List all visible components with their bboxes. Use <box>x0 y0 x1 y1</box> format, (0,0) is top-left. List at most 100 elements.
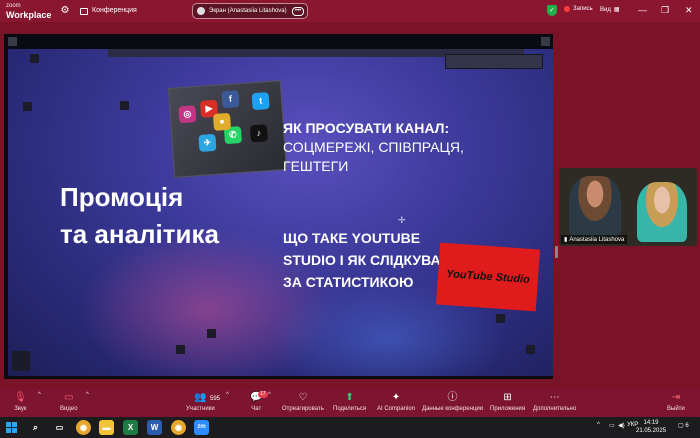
ai-companion-button[interactable]: ✦ AI Companion <box>377 392 415 412</box>
meeting-toolbar: 🎙 Звук ^ ▭ Видео ^ 👥 Участники 595 ^ 💬 Ч… <box>0 389 700 417</box>
participants-button[interactable]: 👥 Участники <box>186 392 215 412</box>
view-button[interactable]: Вид ▦ <box>600 6 620 14</box>
screen-share-label: Экран (Anastasiia Litashova) <box>209 8 287 14</box>
snapchat-icon: ● <box>212 112 232 131</box>
audio-options-chevron-icon[interactable]: ^ <box>38 392 41 398</box>
facebook-icon: f <box>221 90 240 109</box>
minimize-icon[interactable]: — <box>638 4 647 16</box>
record-dot-icon <box>564 6 570 12</box>
deco-square <box>23 102 32 111</box>
screen-share-pill[interactable]: Экран (Anastasiia Litashova) ••• <box>192 3 308 19</box>
meeting-menu[interactable]: Конференция <box>80 5 137 17</box>
view-label: Вид <box>600 6 611 13</box>
participant-person-2 <box>637 182 687 242</box>
slide-point-1: ЯК ПРОСУВАТИ КАНАЛ: СОЦМЕРЕЖІ, СПІВПРАЦЯ… <box>283 119 464 176</box>
heart-icon: ♡ <box>298 392 308 403</box>
youtube-studio-text: YouTube Studio <box>445 268 531 286</box>
leave-icon: ⇥ <box>671 392 681 403</box>
excel-icon[interactable]: X <box>123 420 138 435</box>
meeting-info-label: Данные конференции <box>422 406 484 412</box>
ai-companion-label: AI Companion <box>377 406 416 412</box>
react-button[interactable]: ♡ Отреагировать <box>282 392 324 412</box>
view-grid-icon: ▦ <box>613 7 620 13</box>
windows-taskbar: ⌕ ▭ ◉ ▬ X W ◉ zm ^ ▭ ◀) УКР 14:19 21.05.… <box>0 417 700 438</box>
point2-line1: ЩО ТАКЕ YOUTUBE <box>283 230 421 246</box>
leave-button[interactable]: ⇥ Выйти <box>667 392 685 412</box>
search-icon[interactable]: ⌕ <box>28 420 43 435</box>
participant-name-tag: ▮ Anastasiia Litashova <box>561 235 628 244</box>
participants-options-chevron-icon[interactable]: ^ <box>226 392 229 398</box>
chrome-icon-2[interactable]: ◉ <box>171 420 186 435</box>
notifications-icon[interactable]: ▢ 6 <box>678 422 689 429</box>
participant-video[interactable]: ▮ Anastasiia Litashova <box>559 168 697 246</box>
maximize-icon[interactable]: ❐ <box>661 4 669 16</box>
camera-off-icon: ▭ <box>64 392 74 403</box>
audio-button[interactable]: 🎙 Звук <box>14 392 27 412</box>
slide-top-box <box>445 54 543 69</box>
more-options-icon[interactable]: ••• <box>292 6 304 16</box>
video-button[interactable]: ▭ Видео <box>60 392 78 412</box>
slide-title-line1: Промоція <box>60 182 184 212</box>
record-label: Запись <box>573 6 593 12</box>
file-explorer-icon[interactable]: ▬ <box>99 420 114 435</box>
shared-screen: ◎ ▶ f t ✈ ✆ ♪ ● Промоція та аналітика ЯК… <box>4 34 558 379</box>
apps-button[interactable]: ⊞ Приложения <box>490 392 525 412</box>
youtube-studio-image: YouTube Studio <box>435 242 541 312</box>
point2-line3: ЗА СТАТИСТИКОЮ <box>283 274 414 290</box>
meeting-info-button[interactable]: ⓘ Данные конференции <box>422 392 483 412</box>
point1-line3: ГЕШТЕГИ <box>283 158 349 174</box>
deco-square <box>526 345 535 354</box>
close-icon[interactable]: ✕ <box>685 4 693 16</box>
corner-handle <box>541 37 550 46</box>
deco-square <box>12 351 30 371</box>
slide-title: Промоція та аналітика <box>60 179 219 253</box>
windows-start-icon[interactable] <box>6 422 17 433</box>
participants-label: Участники <box>186 406 215 412</box>
presentation-slide: ◎ ▶ f t ✈ ✆ ♪ ● Промоція та аналітика ЯК… <box>8 49 553 376</box>
deco-square <box>120 101 129 110</box>
clock-date: 21.05.2025 <box>636 428 667 434</box>
microphone-muted-icon: 🎙 <box>14 392 27 403</box>
clock-time: 14:19 <box>643 420 659 426</box>
security-shield-icon[interactable]: ✓ <box>547 5 557 16</box>
tray-expand-icon[interactable]: ^ <box>597 422 600 428</box>
slide-title-line2: та аналітика <box>60 219 219 249</box>
task-view-icon[interactable]: ▭ <box>52 420 67 435</box>
record-indicator[interactable]: Запись <box>564 6 593 12</box>
zoom-taskbar-icon[interactable]: zm <box>194 420 209 435</box>
settings-gear-icon[interactable]: ⚙ <box>59 5 71 17</box>
resize-handle[interactable] <box>555 246 558 258</box>
slide-point-2: ЩО ТАКЕ YOUTUBE STUDIO І ЯК СЛІДКУВАТИ З… <box>283 227 459 293</box>
apps-label: Приложения <box>490 406 526 412</box>
chat-options-chevron-icon[interactable]: ^ <box>268 392 271 398</box>
corner-handle <box>8 37 17 46</box>
deco-square <box>496 314 505 323</box>
share-label: Поделиться <box>333 406 367 412</box>
network-icon[interactable]: ▭ <box>609 422 615 429</box>
volume-icon[interactable]: ◀) <box>618 422 625 429</box>
video-label: Видео <box>60 406 78 412</box>
point1-line2: СОЦМЕРЕЖІ, СПІВПРАЦЯ, <box>283 139 464 155</box>
window-icon <box>80 7 88 15</box>
more-button[interactable]: ⋯ Дополнительно <box>533 392 576 412</box>
clock[interactable]: 14:19 21.05.2025 <box>636 419 666 435</box>
react-label: Отреагировать <box>282 406 324 412</box>
word-icon[interactable]: W <box>147 420 162 435</box>
deco-square <box>176 345 185 354</box>
apps-icon: ⊞ <box>503 392 512 403</box>
video-options-chevron-icon[interactable]: ^ <box>86 392 89 398</box>
social-media-icons-image: ◎ ▶ f t ✈ ✆ ♪ ● <box>167 80 288 178</box>
participant-name: Anastasiia Litashova <box>569 236 625 243</box>
chat-button[interactable]: 💬 Чат 17 <box>250 391 268 412</box>
instagram-icon: ◎ <box>178 105 197 124</box>
audio-label: Звук <box>14 406 27 412</box>
chrome-icon[interactable]: ◉ <box>76 420 91 435</box>
share-button[interactable]: ⬆ Поделиться <box>333 392 366 412</box>
participant-person-1 <box>569 176 621 236</box>
mouse-cursor-icon: ✛ <box>398 215 406 225</box>
telegram-icon: ✈ <box>198 133 217 153</box>
meeting-label: Конференция <box>92 7 137 14</box>
chat-unread-badge: 17 <box>258 391 268 398</box>
tiktok-icon: ♪ <box>249 124 268 143</box>
notification-bubble-icon: ▢ <box>678 423 684 429</box>
